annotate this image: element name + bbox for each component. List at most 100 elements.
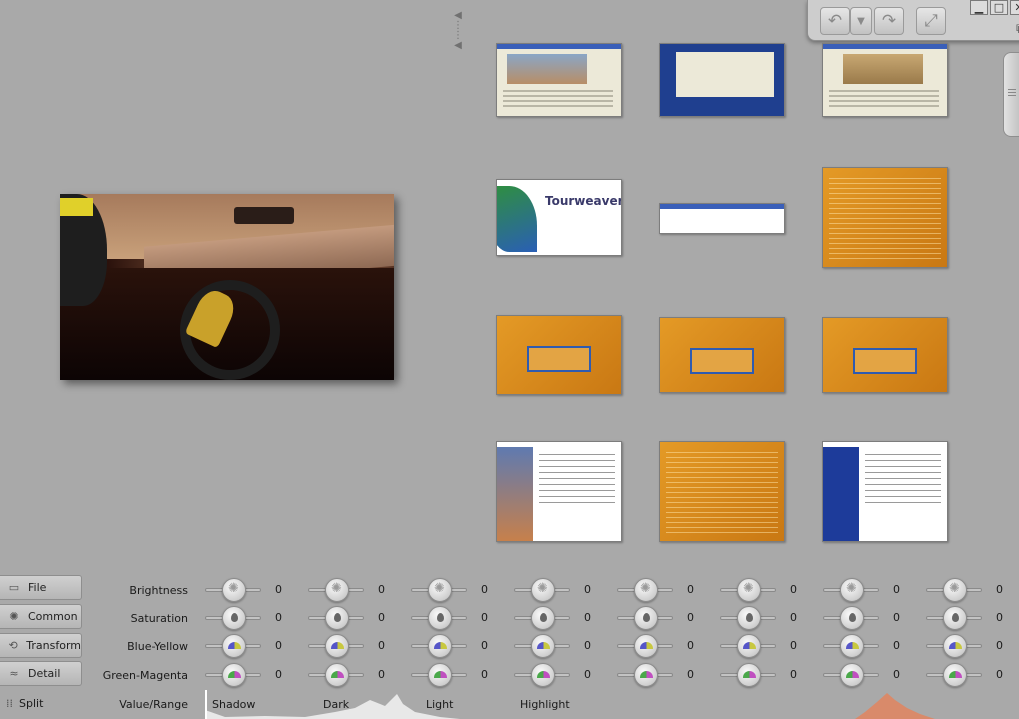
- slider-knob[interactable]: [943, 634, 967, 658]
- slider-control[interactable]: 0: [823, 634, 919, 658]
- transform-button[interactable]: ⟲ Transform: [0, 633, 82, 658]
- slider-control[interactable]: 0: [720, 663, 816, 687]
- slider-control[interactable]: 0: [720, 634, 816, 658]
- slider-knob[interactable]: [428, 663, 452, 687]
- slider-control[interactable]: 0: [720, 578, 816, 602]
- slider-control[interactable]: 0: [411, 663, 507, 687]
- thumbnail[interactable]: Tourweaver: [496, 179, 622, 256]
- collapse-panel-icon[interactable]: ◀ ⋮ ⋮ ◀: [453, 11, 463, 51]
- image-preview: [60, 194, 394, 380]
- slider-control[interactable]: 0: [823, 663, 919, 687]
- slider-knob[interactable]: [943, 606, 967, 630]
- slider-knob[interactable]: [840, 578, 864, 602]
- slider-value: 0: [275, 583, 282, 596]
- slider-control[interactable]: 0: [308, 663, 404, 687]
- slider-control[interactable]: 0: [411, 606, 507, 630]
- slider-control[interactable]: 0: [514, 634, 610, 658]
- slider-knob[interactable]: [634, 663, 658, 687]
- close-button[interactable]: ✕: [1010, 0, 1019, 15]
- slider-control[interactable]: 0: [617, 634, 713, 658]
- slider-knob[interactable]: [428, 606, 452, 630]
- slider-knob[interactable]: [325, 663, 349, 687]
- slider-control[interactable]: 0: [514, 663, 610, 687]
- thumbnail[interactable]: [822, 317, 948, 393]
- slider-knob[interactable]: [325, 634, 349, 658]
- slider-knob[interactable]: [325, 606, 349, 630]
- slider-knob[interactable]: [222, 578, 246, 602]
- slider-control[interactable]: 0: [617, 606, 713, 630]
- slider-knob[interactable]: [531, 606, 555, 630]
- slider-knob[interactable]: [428, 634, 452, 658]
- slider-control[interactable]: 0: [205, 663, 301, 687]
- slider-value: 0: [996, 611, 1003, 624]
- thumbnail[interactable]: [822, 43, 948, 117]
- slider-value: 0: [378, 611, 385, 624]
- slider-control[interactable]: 0: [205, 578, 301, 602]
- slider-control[interactable]: 0: [926, 663, 1019, 687]
- slider-knob[interactable]: [531, 663, 555, 687]
- thumbnail[interactable]: [496, 43, 622, 117]
- scrollbar[interactable]: [1003, 52, 1019, 137]
- detail-button[interactable]: ≈ Detail: [0, 661, 82, 686]
- slider-knob[interactable]: [531, 578, 555, 602]
- slider-control[interactable]: 0: [823, 606, 919, 630]
- slider-knob[interactable]: [943, 578, 967, 602]
- slider-knob[interactable]: [634, 578, 658, 602]
- split-toggle[interactable]: ⁞⁞ Split: [6, 697, 43, 710]
- slider-knob[interactable]: [737, 578, 761, 602]
- highlight-label: Highlight: [520, 698, 570, 711]
- slider-knob[interactable]: [840, 634, 864, 658]
- slider-control[interactable]: 0: [411, 578, 507, 602]
- slider-control[interactable]: 0: [308, 578, 404, 602]
- file-button[interactable]: ▭ File: [0, 575, 82, 600]
- slider-knob[interactable]: [737, 606, 761, 630]
- slider-value: 0: [996, 583, 1003, 596]
- slider-control[interactable]: 0: [514, 606, 610, 630]
- slider-control[interactable]: 0: [514, 578, 610, 602]
- maximize-button[interactable]: □: [990, 0, 1008, 15]
- slider-knob[interactable]: [325, 578, 349, 602]
- slider-control[interactable]: 0: [926, 578, 1019, 602]
- slider-control[interactable]: 0: [411, 634, 507, 658]
- slider-knob[interactable]: [943, 663, 967, 687]
- thumbnail[interactable]: [659, 43, 785, 117]
- slider-control[interactable]: 0: [617, 578, 713, 602]
- slider-control[interactable]: 0: [823, 578, 919, 602]
- fullscreen-icon[interactable]: ⤢: [916, 7, 946, 35]
- common-button[interactable]: ✺ Common: [0, 604, 82, 629]
- blue-yellow-label: Blue-Yellow: [127, 640, 188, 653]
- thumbnail[interactable]: [496, 441, 622, 542]
- minimize-button[interactable]: ▁: [970, 0, 988, 15]
- undo-icon[interactable]: ↶: [820, 7, 850, 35]
- slider-control[interactable]: 0: [308, 606, 404, 630]
- slider-value: 0: [893, 611, 900, 624]
- slider-knob[interactable]: [840, 663, 864, 687]
- slider-control[interactable]: 0: [205, 634, 301, 658]
- slider-knob[interactable]: [737, 663, 761, 687]
- slider-knob[interactable]: [840, 606, 864, 630]
- thumbnail[interactable]: [822, 167, 948, 268]
- slider-control[interactable]: 0: [926, 606, 1019, 630]
- thumbnail[interactable]: [659, 441, 785, 542]
- slider-knob[interactable]: [634, 634, 658, 658]
- slider-knob[interactable]: [428, 578, 452, 602]
- chevron-down-icon[interactable]: ▼: [850, 7, 872, 35]
- thumbnail[interactable]: [659, 317, 785, 393]
- slider-control[interactable]: 0: [617, 663, 713, 687]
- thumbnail[interactable]: [496, 315, 622, 395]
- slider-knob[interactable]: [222, 634, 246, 658]
- slider-knob[interactable]: [634, 606, 658, 630]
- slider-control[interactable]: 0: [205, 606, 301, 630]
- slider-control[interactable]: 0: [926, 634, 1019, 658]
- thumbnail[interactable]: [659, 203, 785, 234]
- slider-knob[interactable]: [531, 634, 555, 658]
- slider-value: 0: [378, 668, 385, 681]
- slider-control[interactable]: 0: [308, 634, 404, 658]
- slider-knob[interactable]: [222, 606, 246, 630]
- redo-icon[interactable]: ↷: [874, 7, 904, 35]
- thumbnail[interactable]: [822, 441, 948, 542]
- slider-control[interactable]: 0: [720, 606, 816, 630]
- slider-value: 0: [584, 639, 591, 652]
- slider-knob[interactable]: [222, 663, 246, 687]
- slider-knob[interactable]: [737, 634, 761, 658]
